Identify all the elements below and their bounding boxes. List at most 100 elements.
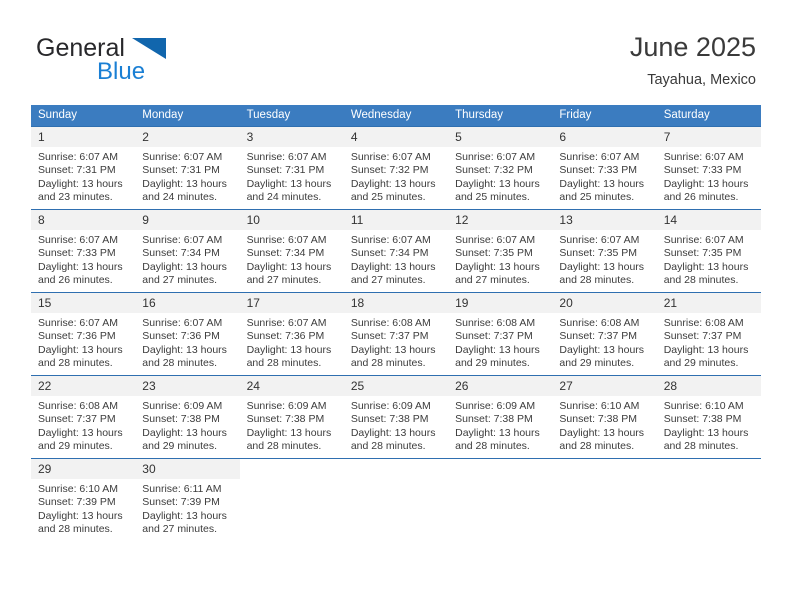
daylight-text-line2: and 25 minutes. [455,191,530,204]
calendar-day-cell[interactable]: 17 Sunrise: 6:07 AM Sunset: 7:36 PM Dayligh… [239,292,344,376]
calendar-day-cell[interactable]: 3 Sunrise: 6:07 AM Sunset: 7:31 PM Daylight… [239,126,344,210]
calendar-day-cell[interactable]: 21 Sunrise: 6:08 AM Sunset: 7:37 PM Dayligh… [656,292,761,376]
calendar-day-cell[interactable]: 10 Sunrise: 6:07 AM Sunset: 7:34 PM Dayligh… [239,209,344,293]
sunset-text: Sunset: 7:37 PM [350,330,429,343]
page-subtitle-location: Tayahua, Mexico [647,72,756,88]
day-number: 2 [135,127,240,147]
sunrise-text: Sunrise: 6:08 AM [663,317,744,329]
day-number: 23 [135,376,240,396]
daylight-text-line1: Daylight: 13 hours [142,426,227,439]
daylight-text-line2: and 29 minutes. [38,440,113,453]
calendar-day-cell[interactable]: 6 Sunrise: 6:07 AM Sunset: 7:33 PM Daylight… [552,126,657,210]
sunrise-text: Sunrise: 6:07 AM [559,151,640,163]
calendar-day-cell[interactable]: 14 Sunrise: 6:07 AM Sunset: 7:35 PM Dayligh… [656,209,761,293]
day-details: Sunrise: 6:08 AM Sunset: 7:37 PM Daylight:… [344,313,448,371]
calendar-day-cell[interactable]: 7 Sunrise: 6:07 AM Sunset: 7:33 PM Daylight… [656,126,761,210]
day-number: 4 [343,127,449,147]
calendar-day-cell[interactable]: 18 Sunrise: 6:08 AM Sunset: 7:37 PM Dayligh… [343,292,449,376]
sunset-text: Sunset: 7:38 PM [559,413,638,426]
daylight-text-line2: and 28 minutes. [38,523,113,536]
daylight-text-line1: Daylight: 13 hours [559,343,645,356]
calendar-table: Sunday Monday Tuesday Wednesday Thursday… [31,105,761,542]
sunrise-text: Sunrise: 6:07 AM [38,317,118,329]
day-number [343,459,449,479]
day-details: Sunrise: 6:07 AM Sunset: 7:34 PM Daylight:… [344,230,448,288]
sunrise-text: Sunrise: 6:08 AM [455,317,536,329]
daylight-text-line2: and 29 minutes. [455,357,530,370]
calendar-week-row: 1 Sunrise: 6:07 AM Sunset: 7:31 PM Daylight… [31,126,761,210]
page-header: General Blue June 2025 Tayahua, Mexico [0,0,792,98]
sunset-text: Sunset: 7:32 PM [350,164,429,177]
day-details: Sunrise: 6:07 AM Sunset: 7:34 PM Daylight:… [135,230,239,288]
day-details: Sunrise: 6:07 AM Sunset: 7:35 PM Daylight:… [448,230,552,288]
day-details: Sunrise: 6:07 AM Sunset: 7:33 PM Daylight:… [552,147,656,205]
day-details: Sunrise: 6:07 AM Sunset: 7:33 PM Daylight:… [657,147,761,205]
calendar-day-cell[interactable]: 4 Sunrise: 6:07 AM Sunset: 7:32 PM Daylight… [343,126,449,210]
sunset-text: Sunset: 7:39 PM [142,496,220,509]
daylight-text-line2: and 27 minutes. [142,523,217,536]
day-details: Sunrise: 6:07 AM Sunset: 7:33 PM Daylight:… [31,230,135,288]
daylight-text-line1: Daylight: 13 hours [142,343,227,356]
sunrise-text: Sunrise: 6:07 AM [663,234,744,246]
calendar-day-cell[interactable]: 25 Sunrise: 6:09 AM Sunset: 7:38 PM Dayligh… [343,375,449,459]
calendar-day-cell-empty [448,458,553,542]
sunrise-text: Sunrise: 6:08 AM [350,317,431,329]
day-number: 26 [448,376,553,396]
daylight-text-line2: and 23 minutes. [38,191,113,204]
calendar-day-cell[interactable]: 19 Sunrise: 6:08 AM Sunset: 7:37 PM Dayligh… [448,292,553,376]
calendar-day-cell[interactable]: 23 Sunrise: 6:09 AM Sunset: 7:38 PM Dayligh… [135,375,240,459]
sunset-text: Sunset: 7:33 PM [559,164,638,177]
day-number: 10 [239,210,344,230]
calendar-day-cell[interactable]: 28 Sunrise: 6:10 AM Sunset: 7:38 PM Dayligh… [656,375,761,459]
calendar-day-cell[interactable]: 24 Sunrise: 6:09 AM Sunset: 7:38 PM Dayligh… [239,375,344,459]
sunrise-text: Sunrise: 6:10 AM [38,483,118,495]
day-details: Sunrise: 6:08 AM Sunset: 7:37 PM Daylight:… [31,396,135,454]
calendar-day-cell[interactable]: 9 Sunrise: 6:07 AM Sunset: 7:34 PM Daylight… [135,209,240,293]
daylight-text-line1: Daylight: 13 hours [350,343,436,356]
sunrise-text: Sunrise: 6:07 AM [246,234,327,246]
sunset-text: Sunset: 7:33 PM [38,247,116,260]
sunset-text: Sunset: 7:34 PM [350,247,429,260]
calendar-day-cell[interactable]: 16 Sunrise: 6:07 AM Sunset: 7:36 PM Dayligh… [135,292,240,376]
daylight-text-line1: Daylight: 13 hours [246,260,332,273]
calendar-day-cell[interactable]: 13 Sunrise: 6:07 AM Sunset: 7:35 PM Dayligh… [552,209,657,293]
general-blue-logo[interactable]: General Blue [36,34,276,90]
sunset-text: Sunset: 7:31 PM [38,164,116,177]
day-details: Sunrise: 6:07 AM Sunset: 7:36 PM Daylight:… [240,313,344,371]
sunrise-text: Sunrise: 6:07 AM [350,234,431,246]
title-block: June 2025 Tayahua, Mexico [630,30,756,90]
daylight-text-line2: and 27 minutes. [350,274,426,287]
calendar-day-cell-empty [656,458,761,542]
calendar-day-cell[interactable]: 2 Sunrise: 6:07 AM Sunset: 7:31 PM Daylight… [135,126,240,210]
calendar-day-cell[interactable]: 20 Sunrise: 6:08 AM Sunset: 7:37 PM Dayligh… [552,292,657,376]
calendar-day-cell[interactable]: 11 Sunrise: 6:07 AM Sunset: 7:34 PM Dayligh… [343,209,449,293]
sunset-text: Sunset: 7:35 PM [663,247,742,260]
weekday-header-monday: Monday [135,105,240,127]
sunset-text: Sunset: 7:33 PM [663,164,742,177]
calendar-day-cell[interactable]: 26 Sunrise: 6:09 AM Sunset: 7:38 PM Dayligh… [448,375,553,459]
sunrise-text: Sunrise: 6:07 AM [142,234,223,246]
calendar-day-cell[interactable]: 8 Sunrise: 6:07 AM Sunset: 7:33 PM Daylight… [31,209,136,293]
sunrise-text: Sunrise: 6:08 AM [559,317,640,329]
daylight-text-line2: and 27 minutes. [142,274,217,287]
day-details: Sunrise: 6:08 AM Sunset: 7:37 PM Daylight:… [657,313,761,371]
logo-top-row: General [36,34,276,62]
day-number: 15 [31,293,136,313]
day-details: Sunrise: 6:09 AM Sunset: 7:38 PM Daylight:… [344,396,448,454]
calendar-day-cell[interactable]: 1 Sunrise: 6:07 AM Sunset: 7:31 PM Daylight… [31,126,136,210]
day-number: 22 [31,376,136,396]
page-title: June 2025 [629,32,756,62]
sunset-text: Sunset: 7:38 PM [350,413,429,426]
sunrise-text: Sunrise: 6:09 AM [455,400,536,412]
calendar-day-cell[interactable]: 5 Sunrise: 6:07 AM Sunset: 7:32 PM Daylight… [448,126,553,210]
calendar-day-cell[interactable]: 22 Sunrise: 6:08 AM Sunset: 7:37 PM Dayligh… [31,375,136,459]
daylight-text-line1: Daylight: 13 hours [663,177,749,190]
calendar-day-cell[interactable]: 30 Sunrise: 6:11 AM Sunset: 7:39 PM Dayligh… [135,458,240,542]
day-details: Sunrise: 6:07 AM Sunset: 7:35 PM Daylight:… [552,230,656,288]
sunrise-text: Sunrise: 6:07 AM [246,151,327,163]
calendar-day-cell[interactable]: 29 Sunrise: 6:10 AM Sunset: 7:39 PM Dayligh… [31,458,136,542]
calendar-day-cell[interactable]: 12 Sunrise: 6:07 AM Sunset: 7:35 PM Dayligh… [448,209,553,293]
daylight-text-line2: and 28 minutes. [350,440,426,453]
calendar-day-cell[interactable]: 27 Sunrise: 6:10 AM Sunset: 7:38 PM Dayligh… [552,375,657,459]
calendar-day-cell[interactable]: 15 Sunrise: 6:07 AM Sunset: 7:36 PM Dayligh… [31,292,136,376]
